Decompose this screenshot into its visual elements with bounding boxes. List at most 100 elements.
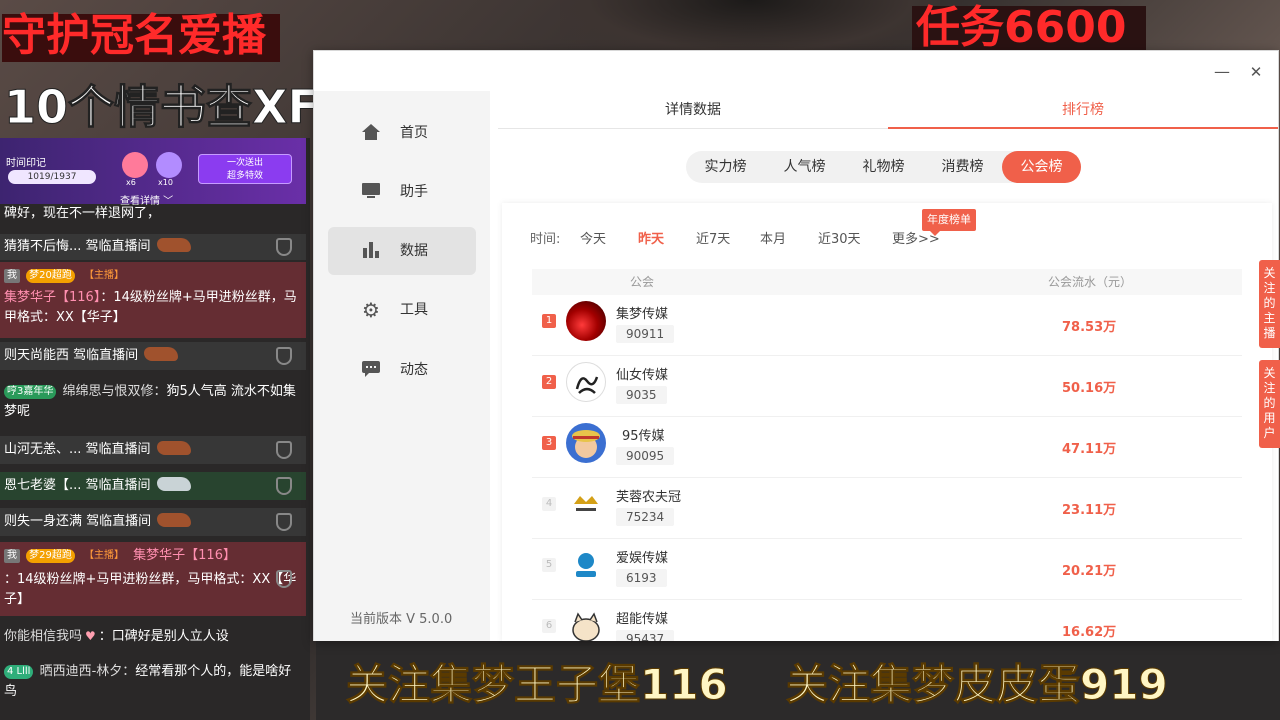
segment-gift[interactable]: 礼物榜 xyxy=(844,151,923,183)
sidebar-item-label: 工具 xyxy=(400,302,428,318)
table-row[interactable]: 6 超能传媒 95437 16.62万 xyxy=(532,600,1242,641)
gift-banner[interactable]: 时间印记 1019/1937 x6 x10 一次送出 超多特效 查看详情 ﹀ xyxy=(0,138,306,207)
guild-name: 爱娱传媒 xyxy=(616,551,669,566)
gear-icon: ⚙ xyxy=(362,298,380,322)
chat-text: 驾临直播间 xyxy=(85,239,151,254)
chat-user: 你能相信我吗 xyxy=(4,629,83,644)
chat-user: 集梦华子【116】 xyxy=(133,548,236,563)
chat-user: 则失一身还满 xyxy=(4,514,83,529)
ranking-panel: 时间: 今天 昨天 近7天 本月 近30天 更多>> 年度榜单 公会 公会流水（… xyxy=(502,203,1272,641)
chat-user: 山河无恙、... xyxy=(4,442,82,457)
chat-user: 猜猜不后悔... xyxy=(4,239,82,254)
rank-badge: 4 xyxy=(542,497,556,511)
avatar xyxy=(566,606,606,641)
monitor-icon xyxy=(362,183,380,201)
chat-message: 恩七老婆【... 驾临直播间 xyxy=(0,472,306,500)
table-row[interactable]: 4 芙蓉农夫冠 75234 23.11万 xyxy=(532,478,1242,539)
chat-message: 我 梦20超跑 【主播】 集梦华子【116】：14级粉丝牌+马甲进粉丝群，马甲格… xyxy=(0,262,306,338)
table-row[interactable]: 2 仙女传媒 9035 50.16万 xyxy=(532,356,1242,417)
sidebar-item-label: 助手 xyxy=(400,184,428,200)
time-this-month[interactable]: 本月 xyxy=(760,231,786,249)
avatar xyxy=(566,484,606,524)
sidebar-item-label: 数据 xyxy=(400,243,428,259)
time-30days[interactable]: 近30天 xyxy=(818,231,861,249)
segment-consumption[interactable]: 消费榜 xyxy=(923,151,1002,183)
annual-ranking-tag[interactable]: 年度榜单 xyxy=(922,209,976,236)
sidebar-item-assistant[interactable]: 助手 xyxy=(328,168,476,216)
guild-name: 超能传媒 xyxy=(616,612,669,627)
followed-anchors-tab[interactable]: 关注的主播 xyxy=(1259,260,1280,348)
bar-chart-icon xyxy=(362,242,380,260)
avatar xyxy=(566,362,606,402)
guild-name: 集梦传媒 xyxy=(616,307,669,322)
guild-id: 90095 xyxy=(616,447,675,465)
table-row[interactable]: 3 95传媒 90095 47.11万 xyxy=(532,417,1242,478)
segment-guild[interactable]: 公会榜 xyxy=(1002,151,1081,183)
header-flow: 公会流水（元） xyxy=(1048,275,1133,289)
rank-badge: 6 xyxy=(542,619,556,633)
table-header: 公会 公会流水（元） xyxy=(532,269,1242,295)
level-badge: 哼3嘉年华 xyxy=(4,385,57,399)
horse-mount-icon xyxy=(156,441,191,455)
rank-badge: 2 xyxy=(542,375,556,389)
anchor-badge: 【主播】 xyxy=(84,270,125,281)
message-icon xyxy=(362,361,380,379)
send-gift-button[interactable]: 一次送出 超多特效 xyxy=(198,154,292,184)
chat-message: 则天尚能西 驾临直播间 xyxy=(0,342,306,370)
chat-text: ：14级粉丝牌+马甲进粉丝群，马甲格式：XX【华子】 xyxy=(4,572,297,607)
avatar xyxy=(566,301,606,341)
rank-badge: 1 xyxy=(542,314,556,328)
rank-badge: 3 xyxy=(542,436,556,450)
chat-text: 驾临直播间 xyxy=(73,348,139,363)
followed-users-tab[interactable]: 关注的用户 xyxy=(1259,360,1280,448)
shield-icon xyxy=(276,570,292,588)
close-button[interactable]: ✕ xyxy=(1242,61,1270,83)
guild-id: 90911 xyxy=(616,325,675,343)
gift-icon xyxy=(156,152,182,178)
avatar xyxy=(566,423,606,463)
time-yesterday[interactable]: 昨天 xyxy=(638,231,664,249)
level-badge: 4 Llll xyxy=(4,665,34,679)
tab-detail-data[interactable]: 详情数据 xyxy=(498,91,888,129)
version-label: 当前版本 V 5.0.0 xyxy=(350,612,453,627)
chat-user: 晒西迪西-林夕： xyxy=(39,664,136,679)
sidebar-item-label: 首页 xyxy=(400,125,428,141)
chat-message: 碑好，现在不一样退网了， xyxy=(4,206,161,221)
chat-message: 则失一身还满 驾临直播间 xyxy=(0,508,306,536)
sidebar-item-feed[interactable]: 动态 xyxy=(328,346,476,394)
main-content: 详情数据 排行榜 实力榜 人气榜 礼物榜 消费榜 公会榜 时间: 今天 昨天 近… xyxy=(490,91,1278,641)
sidebar-item-tools[interactable]: ⚙ 工具 xyxy=(328,286,476,334)
me-badge: 我 xyxy=(4,269,20,283)
overlay-love-letter: 10个情书查XF xyxy=(4,80,320,134)
horse-mount-icon xyxy=(156,238,191,252)
segment-popularity[interactable]: 人气榜 xyxy=(765,151,844,183)
chat-text: 驾临直播间 xyxy=(86,514,152,529)
gift-count: x10 xyxy=(158,178,173,187)
overlay-follow-2: 关注集梦皮皮蛋919 xyxy=(786,660,1169,709)
overlay-follow-1: 关注集梦王子堡116 xyxy=(346,660,729,709)
avatar xyxy=(566,545,606,585)
chat-user: 绵绵思与恨双修： xyxy=(62,384,167,399)
segment-strength[interactable]: 实力榜 xyxy=(686,151,765,183)
table-row[interactable]: 1 集梦传媒 90911 78.53万 xyxy=(532,295,1242,356)
chat-text: 驾临直播间 xyxy=(85,442,151,457)
chat-user: 则天尚能西 xyxy=(4,348,70,363)
sidebar: 首页 助手 数据 ⚙ 工具 动态 当前版本 V 5.0.0 xyxy=(314,91,490,641)
top-tabs: 详情数据 排行榜 xyxy=(498,91,1278,129)
minimize-button[interactable]: — xyxy=(1208,61,1236,83)
time-today[interactable]: 今天 xyxy=(580,231,606,249)
sidebar-item-label: 动态 xyxy=(400,362,428,378)
ranking-app-window: — ✕ 首页 助手 数据 ⚙ 工具 动态 当前版本 V 5.0.0 详情数据 排… xyxy=(313,50,1279,641)
sidebar-item-data[interactable]: 数据 xyxy=(328,227,476,275)
tab-leaderboard[interactable]: 排行榜 xyxy=(888,91,1278,129)
chat-message: 我 梦29超跑 【主播】 集梦华子【116】 ：14级粉丝牌+马甲进粉丝群，马甲… xyxy=(0,542,306,616)
sidebar-item-home[interactable]: 首页 xyxy=(328,109,476,157)
time-7days[interactable]: 近7天 xyxy=(696,231,730,249)
send-gift-line1: 一次送出 xyxy=(226,158,263,168)
guild-name: 95传媒 xyxy=(622,429,665,444)
overlay-guard-sponsor: 守护冠名爱播 xyxy=(2,14,280,62)
chat-user: 集梦华子【116】 xyxy=(4,290,101,305)
guild-flow: 16.62万 xyxy=(1062,625,1117,640)
table-row[interactable]: 5 爱娱传媒 6193 20.21万 xyxy=(532,539,1242,600)
ranking-type-segment: 实力榜 人气榜 礼物榜 消费榜 公会榜 xyxy=(686,151,1081,183)
